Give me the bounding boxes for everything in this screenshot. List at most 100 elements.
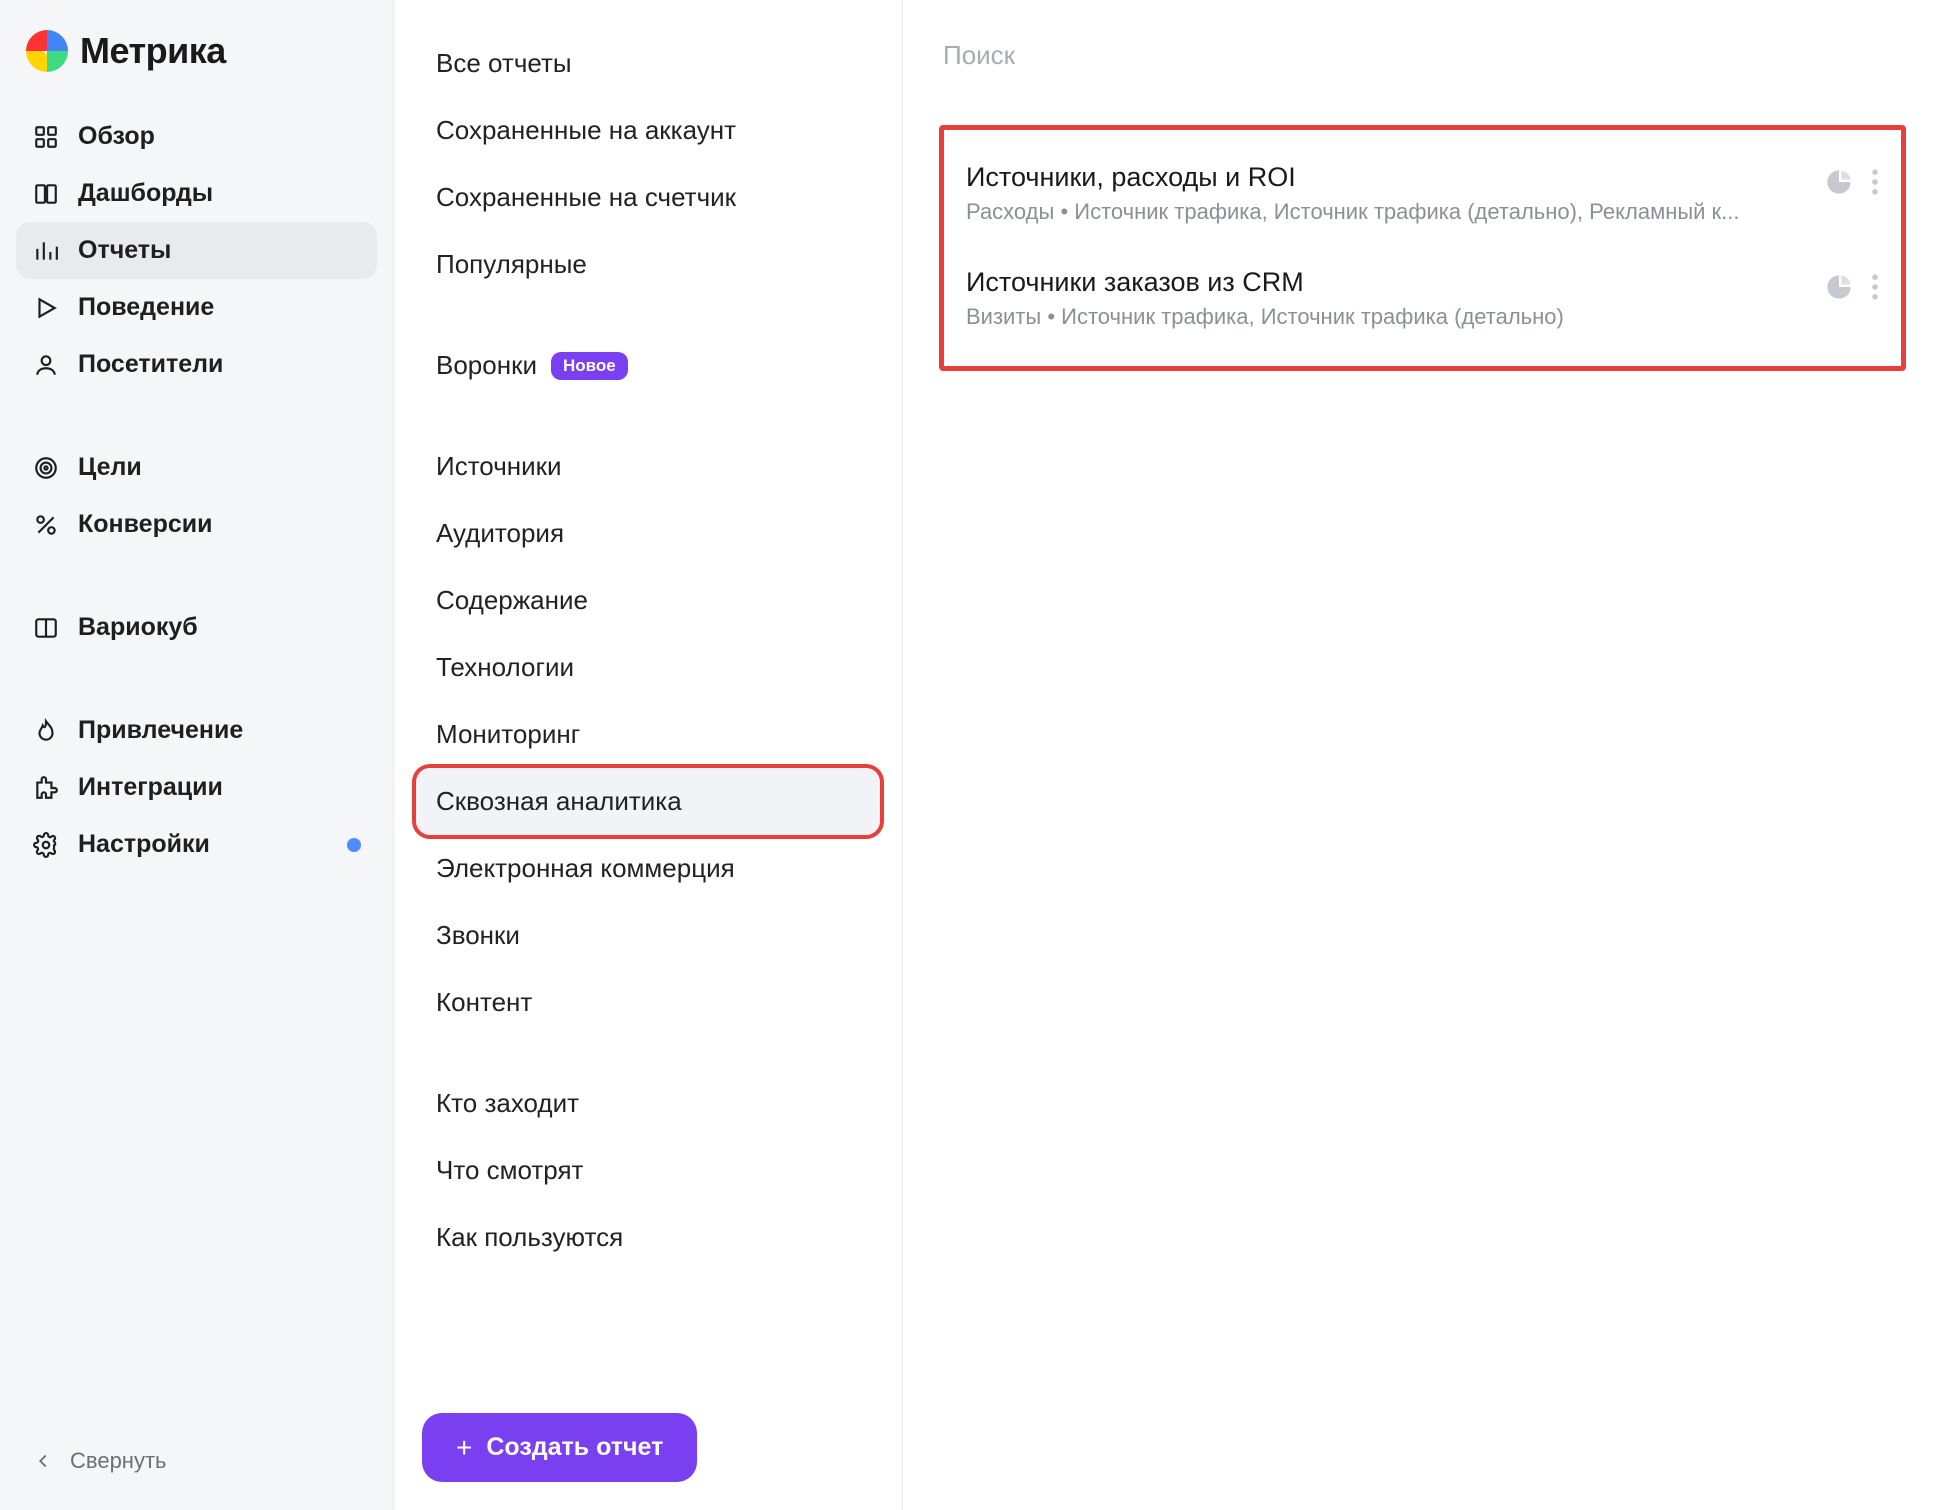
nav-label: Дашборды xyxy=(78,179,213,208)
nav-item-dashboards[interactable]: Дашборды xyxy=(16,165,377,222)
cat-item-who-visits[interactable]: Кто заходит xyxy=(416,1070,880,1137)
main-panel: Источники, расходы и ROI Расходы • Источ… xyxy=(903,0,1942,1510)
cat-label: Воронки xyxy=(436,350,537,381)
cat-label: Как пользуются xyxy=(436,1222,623,1253)
nav-group-admin: Привлечение Интеграции Настройки xyxy=(16,702,377,873)
nav-item-behavior[interactable]: Поведение xyxy=(16,279,377,336)
cat-label: Аудитория xyxy=(436,518,564,549)
cat-item-what-viewed[interactable]: Что смотрят xyxy=(416,1137,880,1204)
cat-label: Содержание xyxy=(436,585,588,616)
report-subtitle: Визиты • Источник трафика, Источник траф… xyxy=(966,304,1811,330)
report-actions xyxy=(1825,162,1879,201)
nav-item-visitors[interactable]: Посетители xyxy=(16,336,377,393)
cat-item-all[interactable]: Все отчеты xyxy=(416,30,880,97)
cat-label: Источники xyxy=(436,451,562,482)
nav-group-main: Обзор Дашборды Отчеты Поведение xyxy=(16,108,377,393)
target-icon xyxy=(32,454,60,482)
reports-highlight-box: Источники, расходы и ROI Расходы • Источ… xyxy=(939,125,1906,371)
plus-icon: + xyxy=(456,1434,472,1462)
sidebar-collapse[interactable]: Свернуть xyxy=(16,1436,377,1486)
cat-label: Популярные xyxy=(436,249,587,280)
nav-label: Интеграции xyxy=(78,773,223,802)
cat-label: Электронная коммерция xyxy=(436,853,735,884)
chevron-left-icon xyxy=(32,1450,54,1472)
cat-label: Звонки xyxy=(436,920,520,951)
create-report-label: Создать отчет xyxy=(486,1433,663,1462)
nav-item-settings[interactable]: Настройки xyxy=(16,816,377,873)
cat-label: Кто заходит xyxy=(436,1088,579,1119)
cat-item-end-to-end-analytics[interactable]: Сквозная аналитика xyxy=(416,768,880,835)
pie-chart-icon[interactable] xyxy=(1825,168,1853,201)
ab-test-icon xyxy=(32,614,60,642)
report-text: Источники заказов из CRM Визиты • Источн… xyxy=(966,267,1811,330)
cat-label: Контент xyxy=(436,987,532,1018)
sidebar-collapse-label: Свернуть xyxy=(70,1448,167,1474)
cat-item-audience[interactable]: Аудитория xyxy=(416,500,880,567)
nav-group-tools: Вариокуб xyxy=(16,599,377,656)
cat-item-tech[interactable]: Технологии xyxy=(416,634,880,701)
cat-item-saved-counter[interactable]: Сохраненные на счетчик xyxy=(416,164,880,231)
more-menu-icon[interactable] xyxy=(1871,168,1879,201)
nav-label: Настройки xyxy=(78,830,210,859)
nav-label: Поведение xyxy=(78,293,214,322)
report-actions xyxy=(1825,267,1879,306)
nav-label: Обзор xyxy=(78,122,155,151)
create-report-button[interactable]: + Создать отчет xyxy=(422,1413,697,1482)
percent-icon xyxy=(32,511,60,539)
report-row[interactable]: Источники, расходы и ROI Расходы • Источ… xyxy=(954,148,1891,239)
cat-item-popular[interactable]: Популярные xyxy=(416,231,880,298)
notification-dot-icon xyxy=(347,838,361,852)
user-icon xyxy=(32,351,60,379)
cat-label: Что смотрят xyxy=(436,1155,583,1186)
nav-item-goals[interactable]: Цели xyxy=(16,439,377,496)
nav-item-conversions[interactable]: Конверсии xyxy=(16,496,377,553)
cat-item-funnels[interactable]: Воронки Новое xyxy=(416,332,880,399)
nav-item-acquisition[interactable]: Привлечение xyxy=(16,702,377,759)
nav-item-variokub[interactable]: Вариокуб xyxy=(16,599,377,656)
flame-icon xyxy=(32,717,60,745)
cat-label: Технологии xyxy=(436,652,574,683)
brand: Метрика xyxy=(16,20,377,100)
brand-logo-icon xyxy=(26,30,68,72)
nav-label: Цели xyxy=(78,453,142,482)
cat-label: Сохраненные на счетчик xyxy=(436,182,736,213)
cat-label: Сквозная аналитика xyxy=(436,786,682,817)
app-root: Метрика Обзор Дашборды Отчеты xyxy=(0,0,1942,1510)
cat-item-saved-account[interactable]: Сохраненные на аккаунт xyxy=(416,97,880,164)
pie-chart-icon[interactable] xyxy=(1825,273,1853,306)
report-title: Источники, расходы и ROI xyxy=(966,162,1811,193)
badge-new: Новое xyxy=(551,352,628,380)
more-menu-icon[interactable] xyxy=(1871,273,1879,306)
cat-item-sources[interactable]: Источники xyxy=(416,433,880,500)
cat-item-content[interactable]: Содержание xyxy=(416,567,880,634)
dashboard-icon xyxy=(32,180,60,208)
gear-icon xyxy=(32,831,60,859)
nav-label: Посетители xyxy=(78,350,223,379)
report-categories: Все отчеты Сохраненные на аккаунт Сохран… xyxy=(393,0,903,1510)
cat-item-monitoring[interactable]: Мониторинг xyxy=(416,701,880,768)
grid-icon xyxy=(32,123,60,151)
nav-label: Привлечение xyxy=(78,716,243,745)
cat-item-ecommerce[interactable]: Электронная коммерция xyxy=(416,835,880,902)
nav-group-goals: Цели Конверсии xyxy=(16,439,377,553)
cat-item-how-used[interactable]: Как пользуются xyxy=(416,1204,880,1271)
cat-label: Сохраненные на аккаунт xyxy=(436,115,736,146)
nav-label: Конверсии xyxy=(78,510,213,539)
report-row[interactable]: Источники заказов из CRM Визиты • Источн… xyxy=(954,253,1891,344)
report-text: Источники, расходы и ROI Расходы • Источ… xyxy=(966,162,1811,225)
sidebar: Метрика Обзор Дашборды Отчеты xyxy=(0,0,393,1510)
nav-item-reports[interactable]: Отчеты xyxy=(16,222,377,279)
puzzle-icon xyxy=(32,774,60,802)
bar-chart-icon xyxy=(32,237,60,265)
brand-name: Метрика xyxy=(80,30,226,72)
cat-item-content2[interactable]: Контент xyxy=(416,969,880,1036)
nav-item-overview[interactable]: Обзор xyxy=(16,108,377,165)
search-input[interactable] xyxy=(939,30,1906,89)
cat-item-calls[interactable]: Звонки xyxy=(416,902,880,969)
nav-item-integrations[interactable]: Интеграции xyxy=(16,759,377,816)
report-title: Источники заказов из CRM xyxy=(966,267,1811,298)
cat-label: Мониторинг xyxy=(436,719,580,750)
report-subtitle: Расходы • Источник трафика, Источник тра… xyxy=(966,199,1811,225)
cat-label: Все отчеты xyxy=(436,48,572,79)
nav-label: Вариокуб xyxy=(78,613,198,642)
